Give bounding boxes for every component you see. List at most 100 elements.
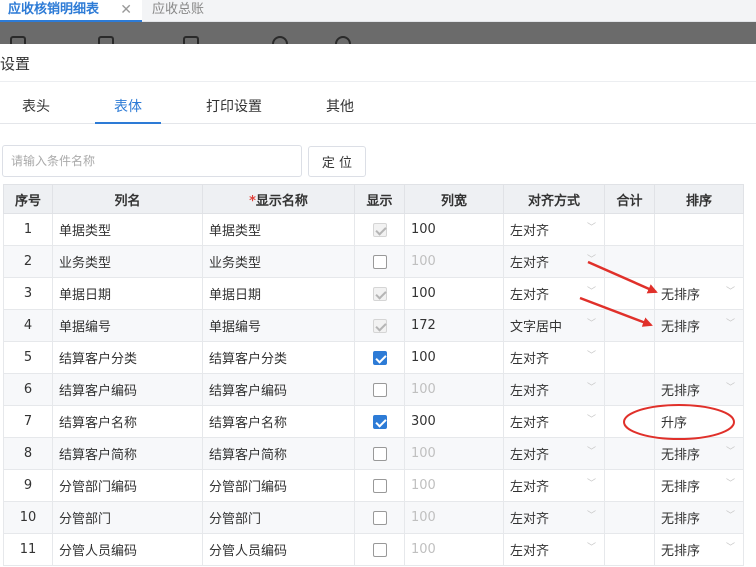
tab-body[interactable]: 表体 [95,96,161,124]
show-checkbox[interactable] [372,350,387,365]
cell-align[interactable]: 左对齐 ﹀ [503,469,605,502]
cell-sort[interactable]: 升序 [654,405,744,438]
close-icon[interactable]: ✕ [120,0,132,20]
table-row[interactable]: 5 结算客户分类 结算客户分类 100 左对齐 ﹀ [3,341,744,374]
cell-align[interactable]: 左对齐 ﹀ [503,277,605,310]
cell-sort[interactable] [654,213,744,246]
header-align: 对齐方式 [503,184,605,214]
cell-align[interactable]: 左对齐 ﹀ [503,373,605,406]
cell-display-name[interactable]: 结算客户分类 [202,341,355,374]
app-tab-ar-ledger[interactable]: 应收总账 [144,0,212,22]
cell-show [354,213,405,246]
table-row[interactable]: 4 单据编号 单据编号 172 文字居中 ﹀ 无排序 ﹀ [3,309,744,342]
cell-sort[interactable]: 无排序 ﹀ [654,437,744,470]
cell-width[interactable]: 100 [404,341,504,374]
cell-total[interactable] [604,213,655,246]
cell-sort[interactable]: 无排序 ﹀ [654,277,744,310]
cell-width[interactable]: 172 [404,309,504,342]
cell-sort[interactable] [654,245,744,278]
show-checkbox[interactable] [372,478,387,493]
cell-width[interactable]: 100 [404,245,504,278]
app-tab-ar-writeoff-detail[interactable]: 应收核销明细表 ✕ [0,0,142,22]
cell-width[interactable]: 100 [404,533,504,566]
cell-display-name[interactable]: 分管人员编码 [202,533,355,566]
chevron-down-icon: ﹀ [725,543,735,553]
show-checkbox[interactable] [372,254,387,269]
tab-header[interactable]: 表头 [14,96,58,124]
table-row[interactable]: 1 单据类型 单据类型 100 左对齐 ﹀ [3,213,744,246]
column-settings-table: 序号 列名 *显示名称 显示 列宽 对齐方式 合计 排序 1 单据类型 单据类型 10… [3,184,744,566]
app-tab-label: 应收核销明细表 [8,2,100,17]
cell-display-name[interactable]: 分管部门编码 [202,469,355,502]
show-checkbox[interactable] [372,542,387,557]
modal-backdrop [0,22,756,44]
cell-display-name[interactable]: 结算客户简称 [202,437,355,470]
cell-sort[interactable]: 无排序 ﹀ [654,501,744,534]
cell-align[interactable]: 文字居中 ﹀ [503,309,605,342]
cell-index: 11 [3,533,53,566]
cell-total[interactable] [604,533,655,566]
cell-align[interactable]: 左对齐 ﹀ [503,405,605,438]
cell-width[interactable]: 300 [404,405,504,438]
cell-display-name[interactable]: 分管部门 [202,501,355,534]
tab-print-settings[interactable]: 打印设置 [203,96,265,124]
table-row[interactable]: 8 结算客户简称 结算客户简称 100 左对齐 ﹀ 无排序 ﹀ [3,437,744,470]
cell-total[interactable] [604,469,655,502]
chevron-down-icon: ﹀ [586,543,596,553]
locate-button[interactable]: 定 位 [308,146,366,177]
show-checkbox[interactable] [372,510,387,525]
cell-total[interactable] [604,437,655,470]
cell-sort[interactable]: 无排序 ﹀ [654,373,744,406]
cell-sort[interactable]: 无排序 ﹀ [654,533,744,566]
cell-display-name[interactable]: 单据类型 [202,213,355,246]
cell-total[interactable] [604,309,655,342]
cell-total[interactable] [604,373,655,406]
table-row[interactable]: 9 分管部门编码 分管部门编码 100 左对齐 ﹀ 无排序 ﹀ [3,469,744,502]
show-checkbox[interactable] [372,414,387,429]
cell-sort[interactable]: 无排序 ﹀ [654,469,744,502]
chevron-down-icon: ﹀ [725,383,735,393]
align-select-value: 左对齐 [510,416,550,431]
cell-total[interactable] [604,341,655,374]
cell-display-name[interactable]: 单据编号 [202,309,355,342]
cell-index: 10 [3,501,53,534]
cell-total[interactable] [604,501,655,534]
cell-align[interactable]: 左对齐 ﹀ [503,213,605,246]
table-row[interactable]: 6 结算客户编码 结算客户编码 100 左对齐 ﹀ 无排序 ﹀ [3,373,744,406]
cell-width[interactable]: 100 [404,373,504,406]
cell-align[interactable]: 左对齐 ﹀ [503,533,605,566]
cell-total[interactable] [604,245,655,278]
table-row[interactable]: 10 分管部门 分管部门 100 左对齐 ﹀ 无排序 ﹀ [3,501,744,534]
cell-display-name[interactable]: 结算客户编码 [202,373,355,406]
cell-align[interactable]: 左对齐 ﹀ [503,437,605,470]
table-row[interactable]: 3 单据日期 单据日期 100 左对齐 ﹀ 无排序 ﹀ [3,277,744,310]
cell-align[interactable]: 左对齐 ﹀ [503,245,605,278]
table-row[interactable]: 7 结算客户名称 结算客户名称 300 左对齐 ﹀ 升序 [3,405,744,438]
show-checkbox[interactable] [372,382,387,397]
cell-width[interactable]: 100 [404,501,504,534]
cell-display-name[interactable]: 结算客户名称 [202,405,355,438]
toolbar-ghost-icon [183,36,199,44]
cell-sort[interactable]: 无排序 ﹀ [654,309,744,342]
cell-total[interactable] [604,405,655,438]
cell-display-name[interactable]: 单据日期 [202,277,355,310]
chevron-down-icon: ﹀ [586,255,596,265]
app-tab-label: 应收总账 [152,2,205,17]
cell-sort[interactable] [654,341,744,374]
cell-width[interactable]: 100 [404,437,504,470]
table-row[interactable]: 11 分管人员编码 分管人员编码 100 左对齐 ﹀ 无排序 ﹀ [3,533,744,566]
show-checkbox[interactable] [372,446,387,461]
cell-display-name[interactable]: 业务类型 [202,245,355,278]
show-checkbox [372,286,387,301]
table-row[interactable]: 2 业务类型 业务类型 100 左对齐 ﹀ [3,245,744,278]
cell-width[interactable]: 100 [404,277,504,310]
cell-width[interactable]: 100 [404,213,504,246]
cell-total[interactable] [604,277,655,310]
dialog-title: 设置 [0,55,31,73]
tab-other[interactable]: 其他 [322,96,358,124]
search-input[interactable]: 请输入条件名称 [2,145,302,177]
cell-align[interactable]: 左对齐 ﹀ [503,501,605,534]
align-select-value: 左对齐 [510,544,550,559]
cell-align[interactable]: 左对齐 ﹀ [503,341,605,374]
cell-width[interactable]: 100 [404,469,504,502]
